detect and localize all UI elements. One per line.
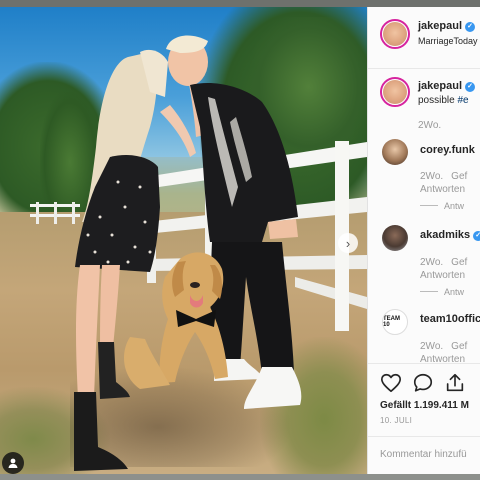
heart-icon[interactable] [380,372,402,394]
commenter-avatar[interactable]: TEAM 10 [382,309,408,335]
post-location[interactable]: MarriageToday [418,36,478,46]
comment-time[interactable]: 2Wo. [420,171,443,182]
post-side-panel: jakepaul ✓ MarriageToday jakepaul ✓ possib… [367,7,480,474]
magazine-frame-top [0,0,480,7]
add-comment-placeholder: Kommentar hinzufü [380,449,467,460]
user-tag-icon [8,458,18,468]
caption-hashtag[interactable]: #e [457,95,468,106]
comment-likes[interactable]: Gef [451,171,467,182]
share-icon[interactable] [444,372,466,394]
add-comment-field[interactable]: Kommentar hinzufü [368,436,480,474]
comment-icon[interactable] [412,372,434,394]
caption-text: possible #e [418,95,469,106]
comment-username[interactable]: team10offic [420,313,480,325]
chevron-right-icon: › [345,235,351,251]
post-header: jakepaul ✓ MarriageToday [368,7,480,69]
verified-badge-icon: ✓ [465,22,476,32]
photo-couple-with-dog [74,35,302,471]
caption-author-avatar[interactable] [380,77,410,107]
comment-likes[interactable]: Gef [451,257,467,268]
post-actions: Gefällt 1.199.411 M 10. JULI Kommentar h… [368,363,480,473]
comment-meta: 2Wo. Gef [420,171,467,182]
author-avatar[interactable] [380,19,410,49]
magazine-frame-bottom [0,474,480,480]
team10-logo: TEAM 10 [383,316,400,328]
commenter-avatar[interactable] [382,225,408,251]
comment-likes[interactable]: Gef [451,341,467,352]
comment-time[interactable]: 2Wo. [420,257,443,268]
commenter-avatar[interactable] [382,139,408,165]
caption-username[interactable]: jakepaul ✓ [418,80,476,92]
comment-meta: 2Wo. Gef [420,257,467,268]
author-username[interactable]: jakepaul ✓ [418,20,476,32]
likes-count[interactable]: Gefällt 1.199.411 M [380,400,469,411]
user-tag-button[interactable] [2,452,24,474]
comment-username[interactable]: corey.funk [420,144,475,156]
verified-badge-icon: ✓ [465,82,476,92]
post-date[interactable]: 10. JULI [380,416,412,425]
comment-meta: 2Wo. Gef [420,341,467,352]
post-photo[interactable]: › [0,7,367,474]
view-replies-button[interactable]: Antw [420,287,464,297]
comment-username[interactable]: akadmiks✓ [420,229,480,241]
next-slide-button[interactable]: › [338,233,358,253]
caption-time[interactable]: 2Wo. [418,120,441,131]
comment-time[interactable]: 2Wo. [420,341,443,352]
comment-reply-button[interactable]: Antworten [420,270,465,281]
view-replies-button[interactable]: Antw [420,201,464,211]
verified-badge-icon: ✓ [473,231,480,241]
comment-reply-button[interactable]: Antworten [420,184,465,195]
